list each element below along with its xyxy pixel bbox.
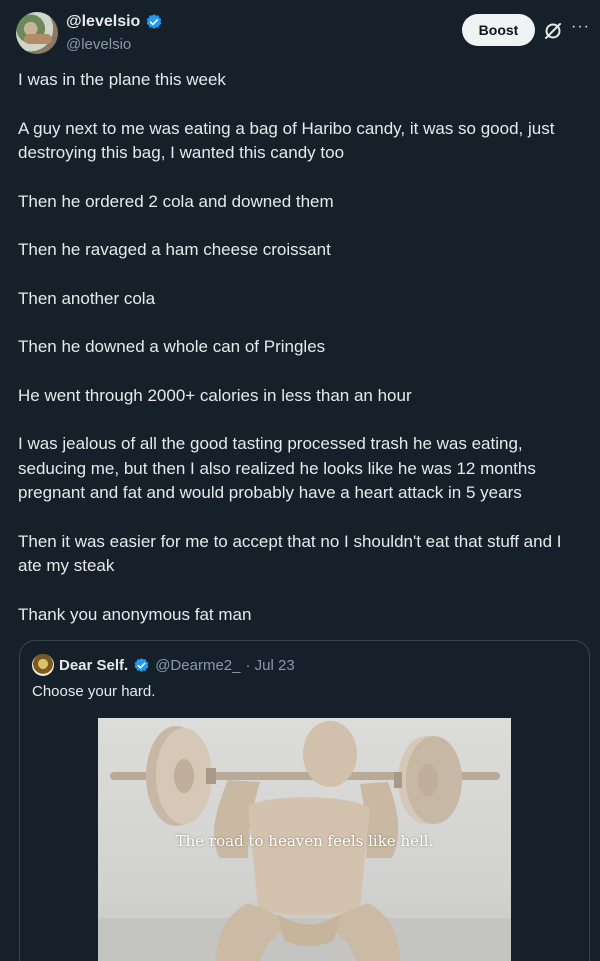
grok-icon[interactable] bbox=[543, 21, 563, 41]
post-paragraph: I was in the plane this week bbox=[18, 70, 226, 89]
post-paragraph: He went through 2000+ calories in less t… bbox=[18, 385, 412, 405]
author-name-line: @levelsio bbox=[66, 13, 163, 31]
quoted-post-text: Choose your hard. bbox=[32, 683, 156, 700]
author-avatar[interactable] bbox=[16, 12, 58, 54]
quoted-author-handle[interactable]: @Dearme2_ bbox=[155, 657, 240, 674]
post-paragraph: Then he ordered 2 cola and downed them bbox=[18, 191, 334, 211]
post-paragraph: I was jealous of all the good tasting pr… bbox=[18, 434, 536, 502]
quoted-author-avatar[interactable] bbox=[32, 654, 54, 676]
author-handle[interactable]: @levelsio bbox=[66, 36, 131, 53]
post-paragraph: A guy next to me was eating a bag of Har… bbox=[18, 118, 555, 163]
more-options-icon[interactable]: ··· bbox=[571, 18, 590, 36]
verified-badge-icon bbox=[134, 657, 149, 672]
quoted-author-display-name[interactable]: Dear Self. bbox=[59, 657, 128, 674]
verified-badge-icon bbox=[147, 14, 162, 29]
post-paragraph: Thank you anonymous fat man bbox=[18, 604, 252, 624]
post-body: I was in the plane this week A guy next … bbox=[18, 68, 592, 651]
post-paragraph: Then he downed a whole can of Pringles bbox=[18, 337, 326, 356]
boost-button[interactable]: Boost bbox=[462, 14, 535, 46]
image-caption: The road to heaven feels like hell. bbox=[175, 832, 434, 850]
quoted-post-header: Dear Self. @Dearme2_ · Jul 23 bbox=[32, 654, 295, 676]
quoted-post-date[interactable]: · Jul 23 bbox=[245, 657, 294, 674]
post-header: @levelsio @levelsio Boost ··· bbox=[0, 0, 600, 60]
quoted-post[interactable]: Dear Self. @Dearme2_ · Jul 23 Choose you… bbox=[19, 640, 590, 961]
post-paragraph: Then it was easier for me to accept that… bbox=[18, 531, 562, 576]
post-paragraph: Then another cola bbox=[18, 288, 156, 308]
quoted-post-image[interactable]: The road to heaven feels like hell. bbox=[98, 718, 511, 961]
post-paragraph: Then he ravaged a ham cheese croissant bbox=[18, 240, 331, 259]
author-display-name[interactable]: @levelsio bbox=[66, 13, 140, 31]
